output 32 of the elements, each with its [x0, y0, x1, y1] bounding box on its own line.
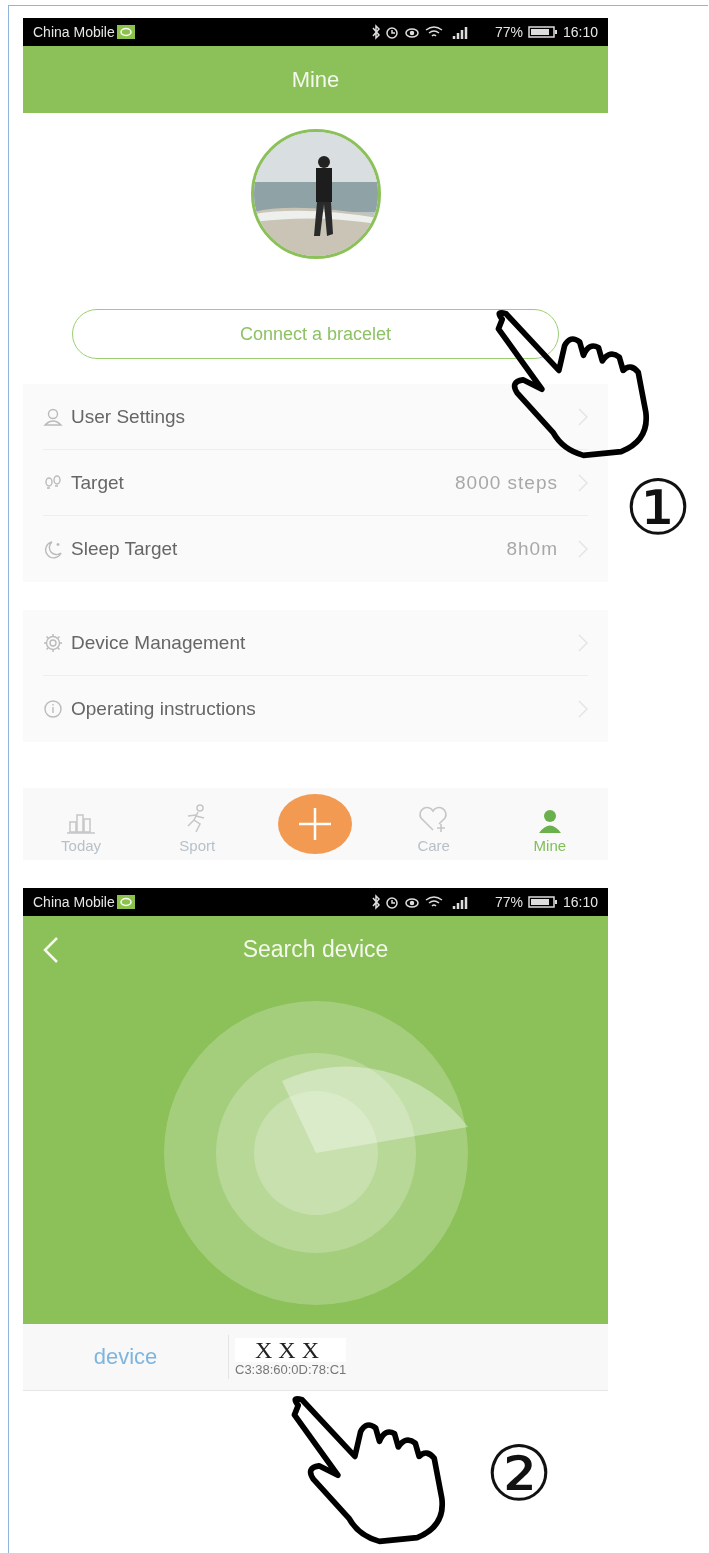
message-icon	[116, 25, 135, 39]
battery-percent: 77%	[494, 894, 523, 910]
clock-time: 16:10	[562, 894, 598, 910]
screen-title: Mine	[23, 46, 608, 113]
row-value: 8000 steps	[455, 471, 558, 494]
screen-title: Search device	[242, 936, 389, 963]
row-label[interactable]: Sleep Target	[71, 538, 499, 560]
carrier-name: China Mobile	[33, 24, 115, 40]
person-icon	[43, 406, 63, 427]
device-list-row[interactable]: device X X X C3:38:60:0D:78:C1	[23, 1324, 608, 1391]
row-value: 8h0m	[506, 538, 558, 560]
device-name: X X X	[235, 1337, 347, 1362]
info-icon	[43, 699, 63, 719]
back-icon[interactable]	[43, 936, 59, 964]
settings-icon	[43, 632, 63, 653]
plus-icon	[298, 807, 333, 841]
message-icon	[116, 895, 135, 909]
row-label[interactable]: Target	[71, 471, 448, 494]
clock-time: 16:10	[562, 24, 598, 40]
row-label[interactable]: Device Management	[71, 631, 570, 654]
battery-icon	[527, 895, 558, 909]
device-address: C3:38:60:0D:78:C1	[235, 1361, 347, 1377]
step-number: ①	[624, 468, 693, 548]
person-icon	[536, 808, 563, 834]
carrier-name: China Mobile	[33, 894, 115, 910]
step-number: ②	[485, 1434, 554, 1514]
row-label[interactable]: Operating instructions	[71, 698, 570, 720]
device-label: device	[92, 1344, 159, 1370]
moon-icon	[43, 539, 63, 559]
row-label[interactable]: User Settings	[71, 405, 570, 428]
battery-percent: 77%	[494, 24, 523, 40]
battery-icon	[527, 25, 558, 39]
